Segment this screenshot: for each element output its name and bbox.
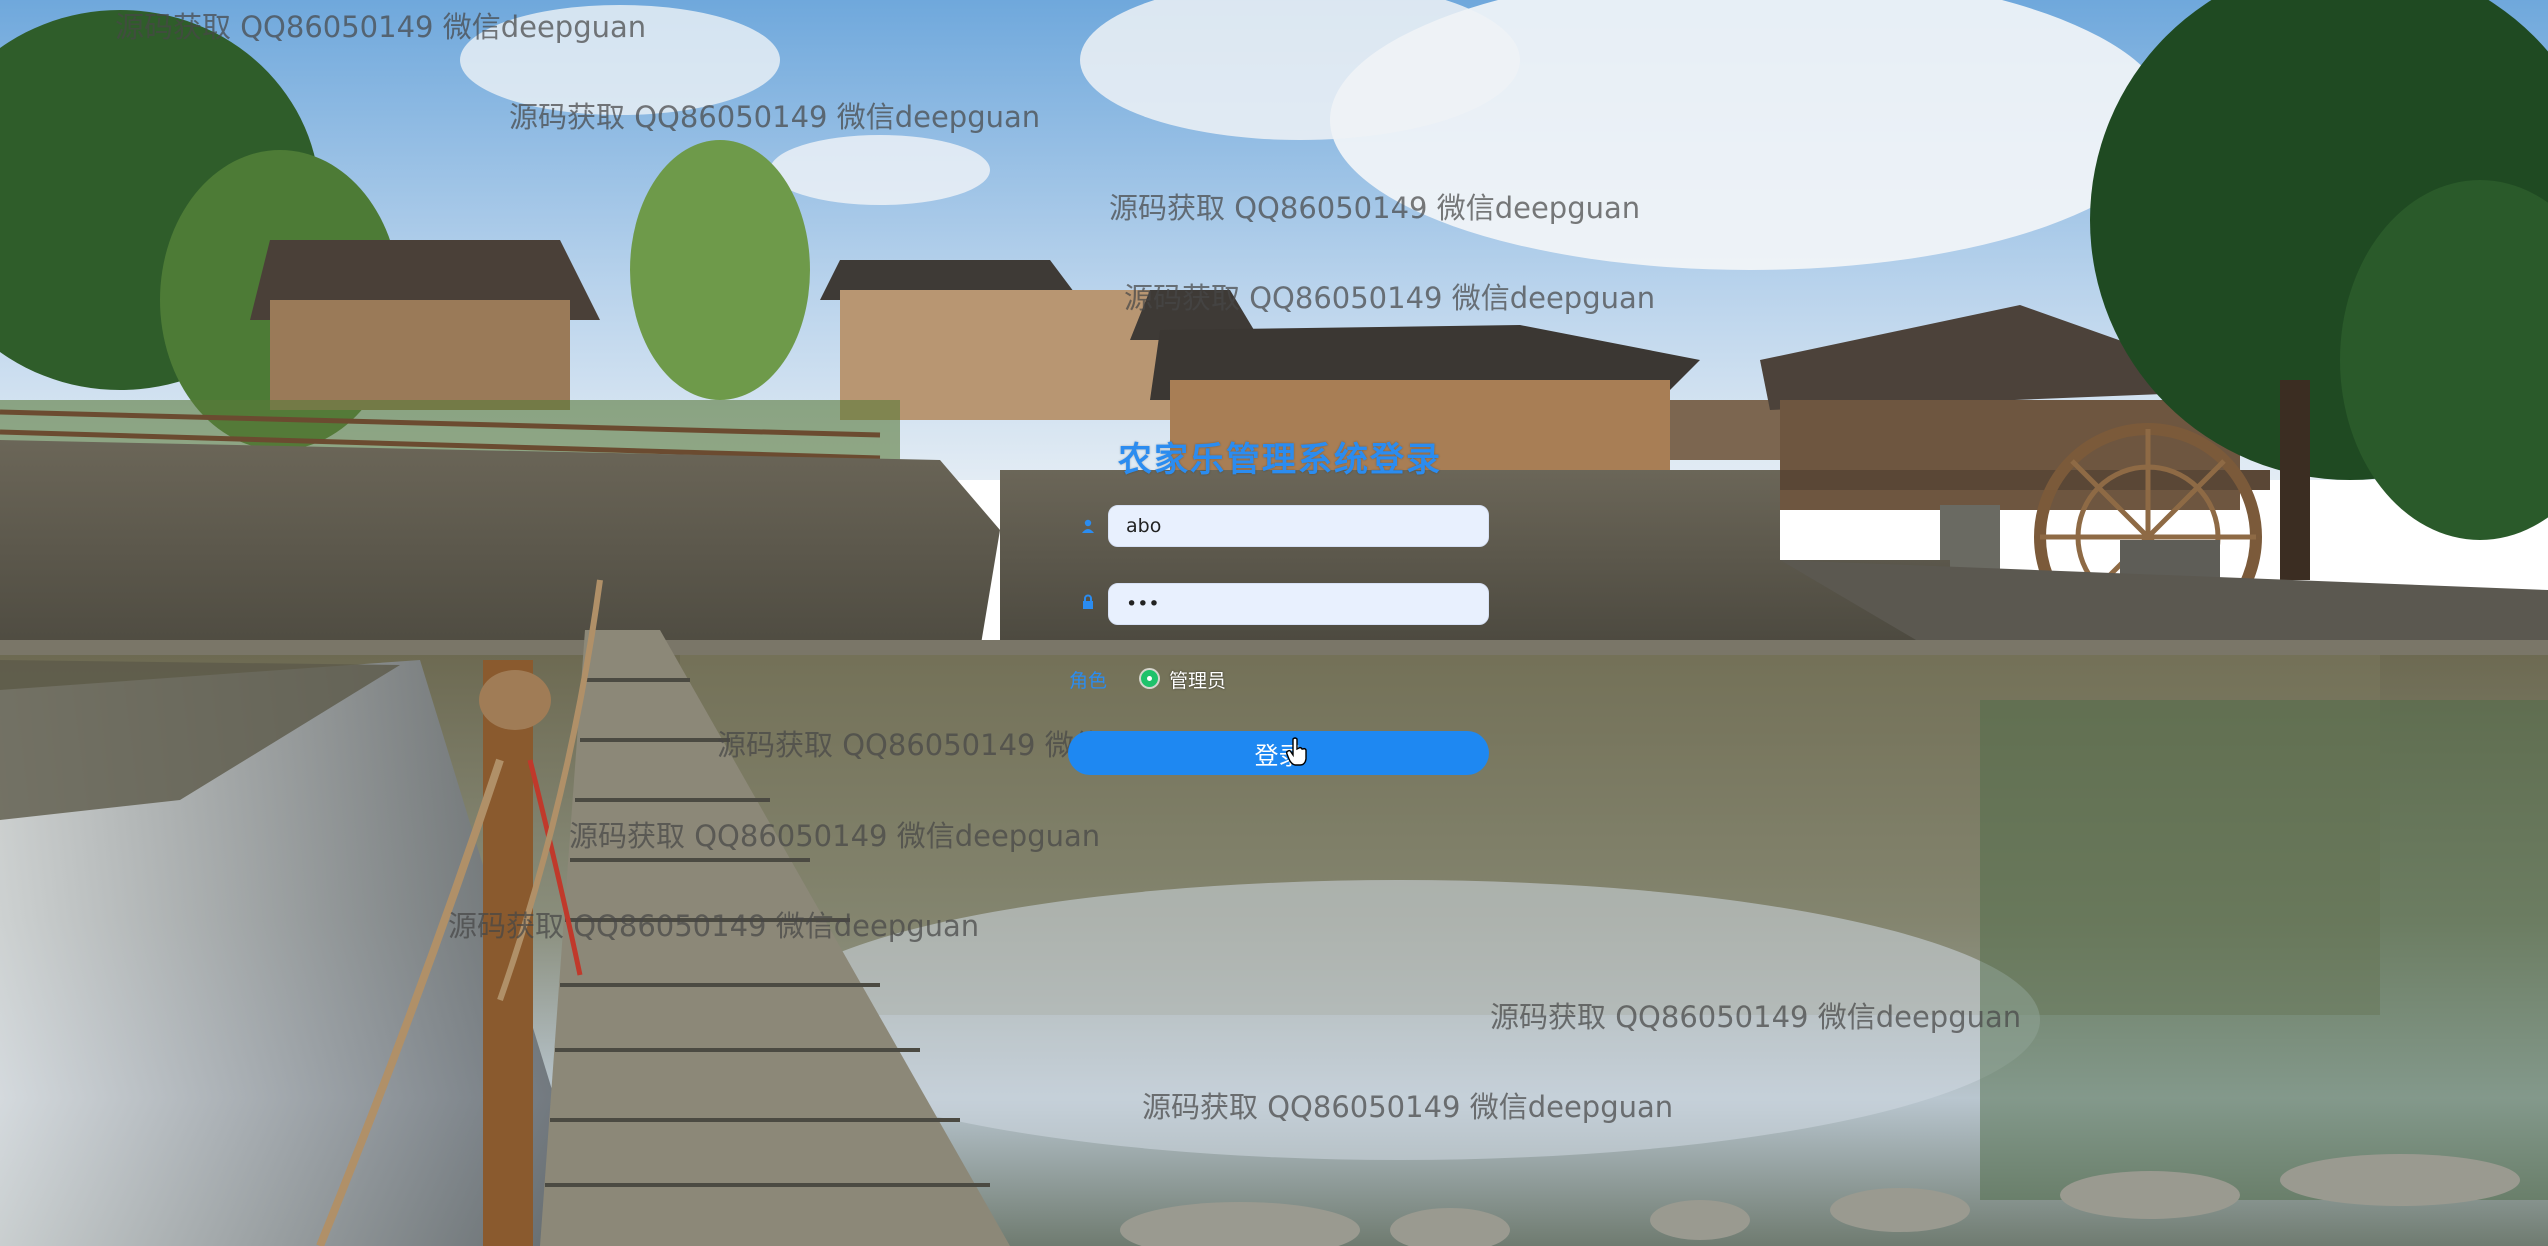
password-input[interactable] [1108,583,1489,625]
role-radio-admin[interactable] [1141,670,1158,687]
role-option-label: 管理员 [1169,670,1227,692]
hand-pointer-icon [1286,737,1307,766]
role-label: 角色 [1069,670,1108,692]
login-title: 农家乐管理系统登录 [1118,440,1442,480]
lock-icon [1078,592,1098,612]
login-button[interactable]: 登录 [1068,731,1489,775]
username-input[interactable] [1108,505,1489,547]
user-icon [1078,516,1098,536]
